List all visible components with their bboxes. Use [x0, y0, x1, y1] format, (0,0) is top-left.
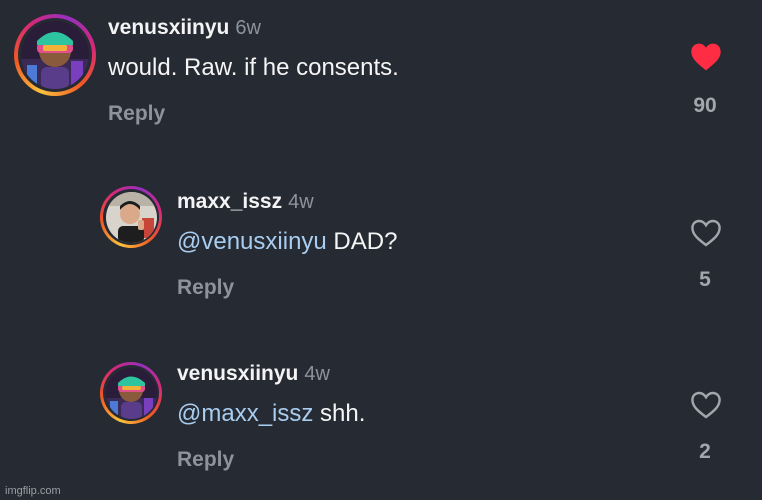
like-count: 5 [699, 268, 711, 291]
comment-text: @maxx_issz shh. [177, 400, 365, 428]
heart-filled-icon [691, 43, 721, 71]
reply-button[interactable]: Reply [177, 448, 234, 472]
comment-age: 6w [235, 17, 261, 39]
comment-1: venusxiinyu 6w would. Raw. if he consents… [0, 0, 762, 160]
username[interactable]: venusxiinyu [177, 362, 298, 385]
comment-body: DAD? [326, 228, 398, 255]
avatar-photo [21, 21, 89, 89]
reply-button[interactable]: Reply [108, 102, 165, 126]
watermark: imgflip.com [5, 485, 61, 497]
mention-link[interactable]: @venusxiinyu [177, 228, 327, 255]
username[interactable]: maxx_issz [177, 190, 282, 213]
avatar-photo [105, 191, 157, 243]
like-button[interactable] [684, 218, 728, 253]
avatar[interactable] [100, 186, 162, 248]
heart-outline-icon [691, 391, 721, 419]
like-button[interactable] [684, 390, 728, 425]
comment-body: would. Raw. if he consents. [108, 54, 399, 81]
heart-outline-icon [691, 219, 721, 247]
comment-text: would. Raw. if he consents. [108, 54, 399, 82]
comment-text: @venusxiinyu DAD? [177, 228, 397, 256]
comment-3: venusxiinyu 4w @maxx_issz shh. Reply 2 [0, 354, 762, 484]
comment-age: 4w [288, 191, 314, 213]
avatar[interactable] [14, 14, 96, 96]
like-count: 90 [693, 94, 717, 117]
like-button[interactable] [684, 42, 728, 77]
comment-body: shh. [313, 400, 366, 427]
reply-button[interactable]: Reply [177, 276, 234, 300]
username[interactable]: venusxiinyu [108, 16, 229, 39]
avatar[interactable] [100, 362, 162, 424]
like-count: 2 [699, 440, 711, 463]
comment-2: maxx_issz 4w @venusxiinyu DAD? Reply 5 [0, 180, 762, 320]
mention-link[interactable]: @maxx_issz [177, 400, 313, 427]
comment-age: 4w [304, 363, 330, 385]
avatar-photo [105, 367, 157, 419]
